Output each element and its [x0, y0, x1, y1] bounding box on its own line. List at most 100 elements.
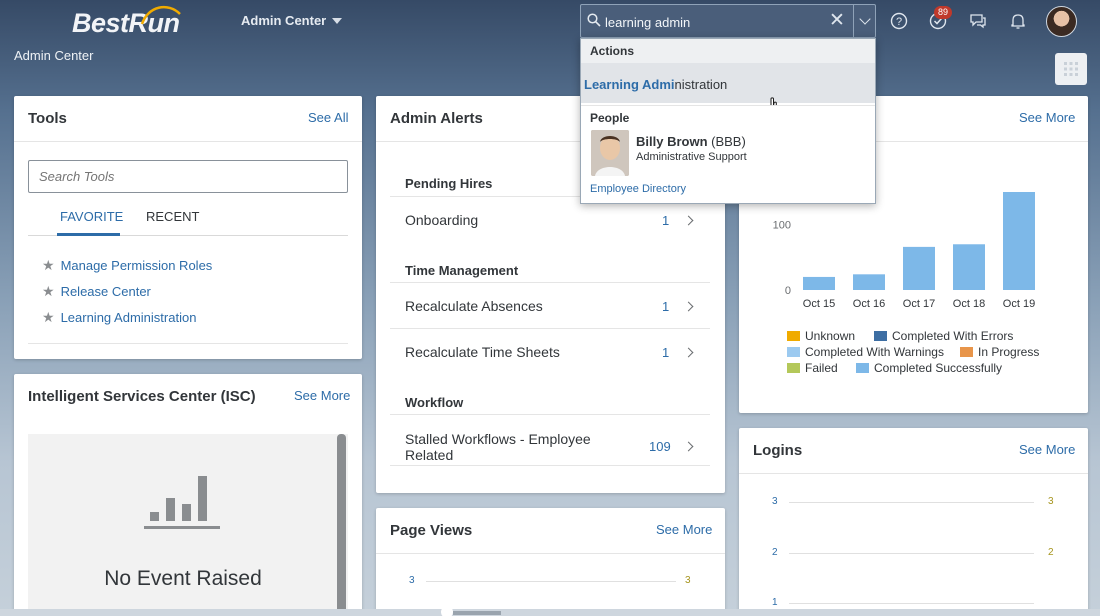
favorite-item[interactable]: ★ Manage Permission Roles — [42, 257, 212, 274]
alert-count: 1 — [662, 299, 670, 314]
chart-bar[interactable] — [903, 246, 935, 290]
search-scope-dropdown[interactable] — [853, 5, 876, 37]
isc-empty-text: No Event Raised — [104, 567, 262, 590]
tools-search-input[interactable] — [28, 160, 348, 193]
bar-chart-icon — [144, 476, 220, 529]
chevron-right-icon — [683, 215, 694, 226]
svg-text:?: ? — [896, 16, 902, 28]
chevron-right-icon — [683, 301, 694, 312]
section-workflow: Workflow — [405, 395, 464, 410]
alert-label: Onboarding — [405, 212, 479, 228]
feedback-icon[interactable] — [968, 11, 988, 31]
chart-bar[interactable] — [953, 244, 985, 290]
divider — [28, 343, 348, 344]
alerts-title: Admin Alerts — [390, 110, 483, 127]
alert-row[interactable]: Stalled Workflows - Employee Related 109 — [390, 414, 710, 466]
logins-see-more-link[interactable]: See More — [1019, 442, 1075, 457]
caret-down-icon — [332, 17, 343, 24]
suggestion-learning-administration[interactable]: Learning Administration — [581, 63, 875, 103]
legend-swatch — [787, 331, 800, 341]
divider — [376, 553, 725, 554]
star-icon[interactable]: ★ — [42, 283, 55, 300]
x-tick-label: Oct 15 — [803, 298, 835, 310]
grid-icon — [1064, 62, 1078, 76]
chart-bar[interactable] — [803, 276, 835, 290]
jobs-see-more-link[interactable]: See More — [1019, 110, 1075, 125]
alert-count: 109 — [649, 439, 671, 454]
legend-item: Failed — [787, 361, 838, 375]
y-tick-right: 2 — [1048, 547, 1054, 558]
chevron-right-icon — [683, 441, 694, 452]
help-icon[interactable]: ? — [889, 11, 909, 31]
favorite-item[interactable]: ★ Learning Administration — [42, 309, 196, 326]
search-suggestions-popup: Actions Learning Administration People B… — [580, 38, 876, 204]
star-icon[interactable]: ★ — [42, 257, 55, 274]
isc-empty-panel: No Event Raised — [28, 434, 348, 616]
legend-item: Unknown — [787, 329, 855, 343]
legend-item: Completed With Errors — [874, 329, 1013, 343]
alert-row[interactable]: Recalculate Absences 1 — [390, 282, 710, 328]
star-icon[interactable]: ★ — [42, 309, 55, 326]
scrollbar[interactable] — [337, 434, 346, 616]
clear-search-icon[interactable]: ✕ — [829, 11, 845, 30]
global-search: ✕ — [580, 4, 876, 38]
y-tick-label: 100 — [773, 220, 791, 232]
favorite-item-label: Manage Permission Roles — [60, 258, 213, 273]
alert-row[interactable]: Recalculate Time Sheets 1 — [390, 328, 710, 374]
favorite-item[interactable]: ★ Release Center — [42, 283, 151, 300]
gridline — [789, 502, 1034, 503]
notifications-bell-icon[interactable] — [1008, 11, 1028, 31]
match-rest: nistration — [674, 77, 728, 92]
favorite-item-label: Learning Administration — [60, 310, 197, 325]
chart-bar[interactable] — [853, 274, 885, 290]
tools-title: Tools — [28, 110, 67, 127]
page-views-card: Page Views See More 3 3 — [376, 508, 725, 616]
alert-label: Recalculate Time Sheets — [405, 344, 560, 360]
gridline — [789, 603, 1034, 604]
chevron-right-icon — [683, 347, 694, 358]
person-result[interactable]: Billy Brown (BBB) — [636, 134, 746, 149]
bottom-progress-track — [0, 609, 1100, 616]
search-icon — [587, 13, 601, 27]
employee-directory-link[interactable]: Employee Directory — [590, 183, 686, 195]
app-menu-label: Admin Center — [241, 13, 327, 28]
page-views-see-more-link[interactable]: See More — [656, 522, 712, 537]
section-time-management: Time Management — [405, 263, 519, 278]
actions-header: Actions — [581, 39, 875, 63]
tools-see-all-link[interactable]: See All — [308, 110, 348, 125]
y-tick-right: 3 — [685, 575, 691, 586]
divider — [14, 141, 362, 142]
app-menu-button[interactable]: Admin Center — [241, 13, 343, 28]
divider — [739, 473, 1088, 474]
y-tick: 3 — [409, 575, 415, 586]
legend-item: Completed With Warnings — [787, 345, 944, 359]
legend-swatch — [874, 331, 887, 341]
chevron-down-icon — [859, 13, 871, 25]
chart-bar[interactable] — [1003, 192, 1035, 290]
y-tick-right: 3 — [1048, 496, 1054, 507]
tab-recent[interactable]: RECENT — [146, 209, 199, 224]
legend-item: In Progress — [960, 345, 1039, 359]
bottom-progress-handle[interactable] — [441, 606, 453, 616]
x-tick-label: Oct 17 — [903, 298, 935, 310]
tools-card: Tools See All FAVORITE RECENT ★ Manage P… — [14, 96, 362, 359]
legend-swatch — [960, 347, 973, 357]
page-views-title: Page Views — [390, 522, 473, 539]
person-photo[interactable] — [591, 130, 629, 176]
person-photo-image — [591, 130, 629, 176]
tab-favorite[interactable]: FAVORITE — [60, 209, 123, 224]
y-tick: 3 — [772, 496, 778, 507]
search-input[interactable] — [605, 12, 825, 32]
active-tab-indicator — [57, 233, 120, 236]
section-pending-hires: Pending Hires — [405, 176, 493, 191]
bottom-progress-buffer — [453, 611, 501, 615]
alert-label: Stalled Workflows - Employee Related — [405, 431, 591, 463]
y-tick-label: 0 — [785, 285, 791, 297]
favorite-item-label: Release Center — [60, 284, 151, 299]
legend-swatch — [856, 363, 869, 373]
user-avatar[interactable] — [1046, 6, 1077, 37]
customize-grid-button[interactable] — [1055, 53, 1087, 85]
people-header: People — [581, 105, 875, 129]
alert-count: 1 — [662, 213, 670, 228]
isc-see-more-link[interactable]: See More — [294, 388, 350, 403]
